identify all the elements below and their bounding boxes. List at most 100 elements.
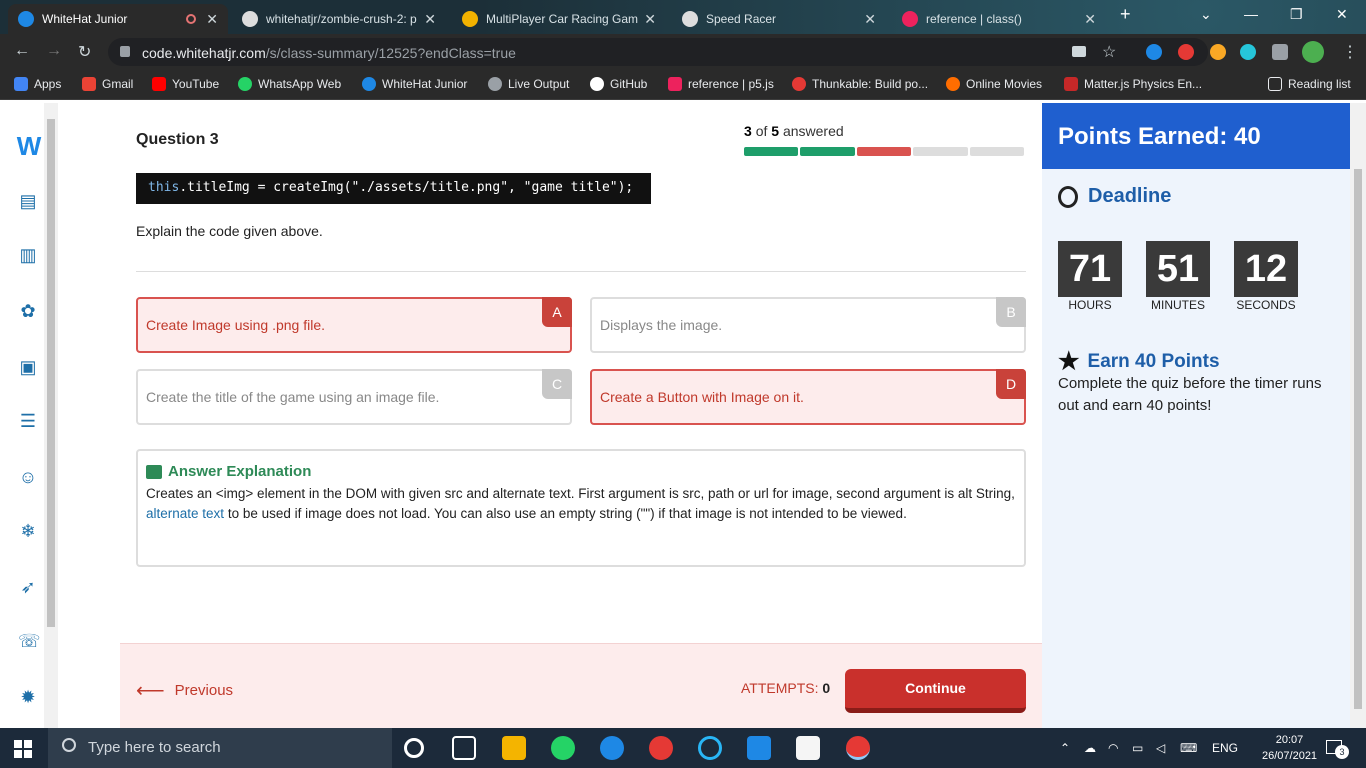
show-hidden-icons-icon[interactable]: ⌃ (1060, 741, 1070, 755)
wifi-icon[interactable]: ◠ (1108, 741, 1118, 755)
forward-icon[interactable]: → (46, 42, 62, 60)
battery-icon[interactable]: ▭ (1132, 741, 1143, 755)
deadline-label: Deadline (1088, 185, 1172, 207)
right-scrollbar-thumb[interactable] (1354, 169, 1362, 709)
bookmark-whatsapp[interactable]: WhatsApp Web (238, 77, 341, 91)
left-scrollbar[interactable] (44, 103, 58, 728)
profile-avatar[interactable] (1302, 41, 1324, 63)
option-a[interactable]: Create Image using .png file. A (136, 297, 572, 353)
chat-icon (146, 464, 162, 479)
quiz-icon[interactable]: ☰ (18, 411, 38, 431)
close-tab-icon[interactable]: ✕ (1084, 11, 1096, 28)
option-c[interactable]: Create the title of the game using an im… (136, 369, 572, 425)
github-favicon-icon (242, 11, 258, 27)
circle-app-icon[interactable] (698, 736, 722, 760)
vscode-icon[interactable] (747, 736, 771, 760)
bookmark-github[interactable]: GitHub (590, 77, 647, 91)
left-scrollbar-thumb[interactable] (47, 119, 55, 627)
extension-cyan-icon[interactable] (1240, 44, 1256, 60)
bookmark-matterjs[interactable]: Matter.js Physics En... (1064, 77, 1202, 91)
option-d[interactable]: Create a Button with Image on it. D (590, 369, 1026, 425)
chrome-active-icon[interactable] (846, 736, 870, 760)
cortana-icon[interactable] (404, 738, 424, 758)
task-view-icon[interactable] (452, 736, 476, 760)
tab-whitehat-junior[interactable]: WhiteHat Junior ✕ (8, 4, 228, 34)
bookmark-apps[interactable]: Apps (14, 77, 61, 91)
extensions-puzzle-icon[interactable] (1272, 44, 1288, 60)
volume-icon[interactable]: ◁ (1156, 741, 1165, 755)
option-a-text: Create Image using .png file. (146, 317, 325, 333)
right-scrollbar[interactable] (1350, 103, 1366, 728)
tab-github-zombie-crush[interactable]: whitehatjr/zombie-crush-2: p ✕ (232, 4, 446, 34)
url-field[interactable]: code.whitehatjr.com/s/class-summary/1252… (108, 38, 1208, 66)
progress-segment-4 (913, 147, 968, 156)
earn-title: Earn 40 Points (1087, 350, 1220, 372)
projects-icon[interactable]: ✿ (18, 301, 38, 321)
bookmark-label: WhiteHat Junior (382, 77, 468, 91)
extension-blue-icon[interactable] (1146, 44, 1162, 60)
whitehat-favicon-icon (18, 11, 34, 27)
tab-multiplayer-car-racing[interactable]: MultiPlayer Car Racing Game ✕ (452, 4, 666, 34)
bookmark-whitehat[interactable]: WhiteHat Junior (362, 77, 467, 91)
bookmark-youtube[interactable]: YouTube (152, 77, 219, 91)
whitehat-logo-icon[interactable]: W (14, 131, 44, 161)
previous-button[interactable]: ⟵ Previous (136, 678, 233, 703)
bookmark-live-output[interactable]: Live Output (488, 77, 569, 91)
reading-list[interactable]: Reading list (1268, 77, 1351, 91)
menu-dots-icon[interactable]: ⋮ (1342, 42, 1358, 62)
page-content: W ▤ ▥ ✿ ▣ ☰ ☺ ❄ ➶ ☏ ✹ Question 3 3 of 5 … (0, 103, 1366, 728)
camera-icon[interactable] (1072, 46, 1086, 57)
bookmark-gmail[interactable]: Gmail (82, 77, 133, 91)
clock[interactable]: 20:07 26/07/2021 (1262, 732, 1317, 764)
search-placeholder: Type here to search (88, 739, 221, 756)
close-tab-icon[interactable]: ✕ (424, 11, 436, 28)
tab-reference-class[interactable]: reference | class() ✕ (892, 4, 1106, 34)
maximize-icon[interactable]: ❐ (1290, 6, 1303, 23)
reload-icon[interactable]: ↻ (78, 42, 91, 62)
chrome-icon[interactable] (649, 736, 673, 760)
notes-icon[interactable]: ▣ (18, 357, 38, 377)
close-window-icon[interactable]: ✕ (1336, 6, 1348, 23)
whatsapp-taskbar-icon[interactable] (551, 736, 575, 760)
settings-icon[interactable]: ✹ (18, 687, 38, 707)
snowflake-icon[interactable]: ❄ (18, 521, 38, 541)
file-explorer-icon[interactable] (502, 736, 526, 760)
windows-start-icon[interactable] (14, 740, 32, 758)
p5js-favicon-icon (902, 11, 918, 27)
bookmark-label: Apps (34, 77, 62, 91)
option-b[interactable]: Displays the image. B (590, 297, 1026, 353)
continue-button[interactable]: Continue (845, 669, 1026, 713)
alternate-text-link[interactable]: alternate text (146, 506, 224, 521)
edge-icon[interactable] (600, 736, 624, 760)
bookmark-star-icon[interactable]: ☆ (1102, 42, 1116, 62)
book-icon[interactable]: ▥ (18, 245, 38, 265)
document-app-icon[interactable] (796, 736, 820, 760)
progress-segment-2 (800, 147, 855, 156)
notification-center-icon[interactable]: 3 (1326, 740, 1349, 759)
back-icon[interactable]: ← (14, 42, 30, 60)
extension-yellow-icon[interactable] (1210, 44, 1226, 60)
globe-favicon-icon (682, 11, 698, 27)
onedrive-icon[interactable]: ☁ (1084, 741, 1096, 755)
taskbar-search-box[interactable]: Type here to search (48, 728, 392, 768)
quiz-footer: ⟵ Previous ATTEMPTS: 0 Continue (120, 643, 1042, 728)
bookmark-online-movies[interactable]: Online Movies (946, 77, 1042, 91)
support-icon[interactable]: ☏ (18, 631, 41, 651)
class-summary-icon[interactable]: ▤ (18, 191, 38, 211)
tab-search-icon[interactable]: ⌄ (1200, 6, 1212, 23)
bookmark-p5js-reference[interactable]: reference | p5.js (668, 77, 774, 91)
extension-red-icon[interactable] (1178, 44, 1194, 60)
notification-count: 3 (1335, 745, 1349, 759)
close-tab-icon[interactable]: ✕ (206, 11, 218, 28)
bookmark-thunkable[interactable]: Thunkable: Build po... (792, 77, 928, 91)
rocket-icon[interactable]: ➶ (18, 577, 38, 597)
timer-hours-label: HOURS (1068, 298, 1112, 312)
tab-speed-racer[interactable]: Speed Racer ✕ (672, 4, 886, 34)
close-tab-icon[interactable]: ✕ (864, 11, 876, 28)
minimize-icon[interactable]: — (1244, 6, 1258, 22)
language-indicator[interactable]: ENG (1212, 741, 1238, 755)
close-tab-icon[interactable]: ✕ (644, 11, 656, 28)
keyboard-icon[interactable]: ⌨ (1180, 741, 1197, 755)
new-tab-icon[interactable]: + (1120, 4, 1131, 25)
smile-icon[interactable]: ☺ (18, 467, 38, 487)
